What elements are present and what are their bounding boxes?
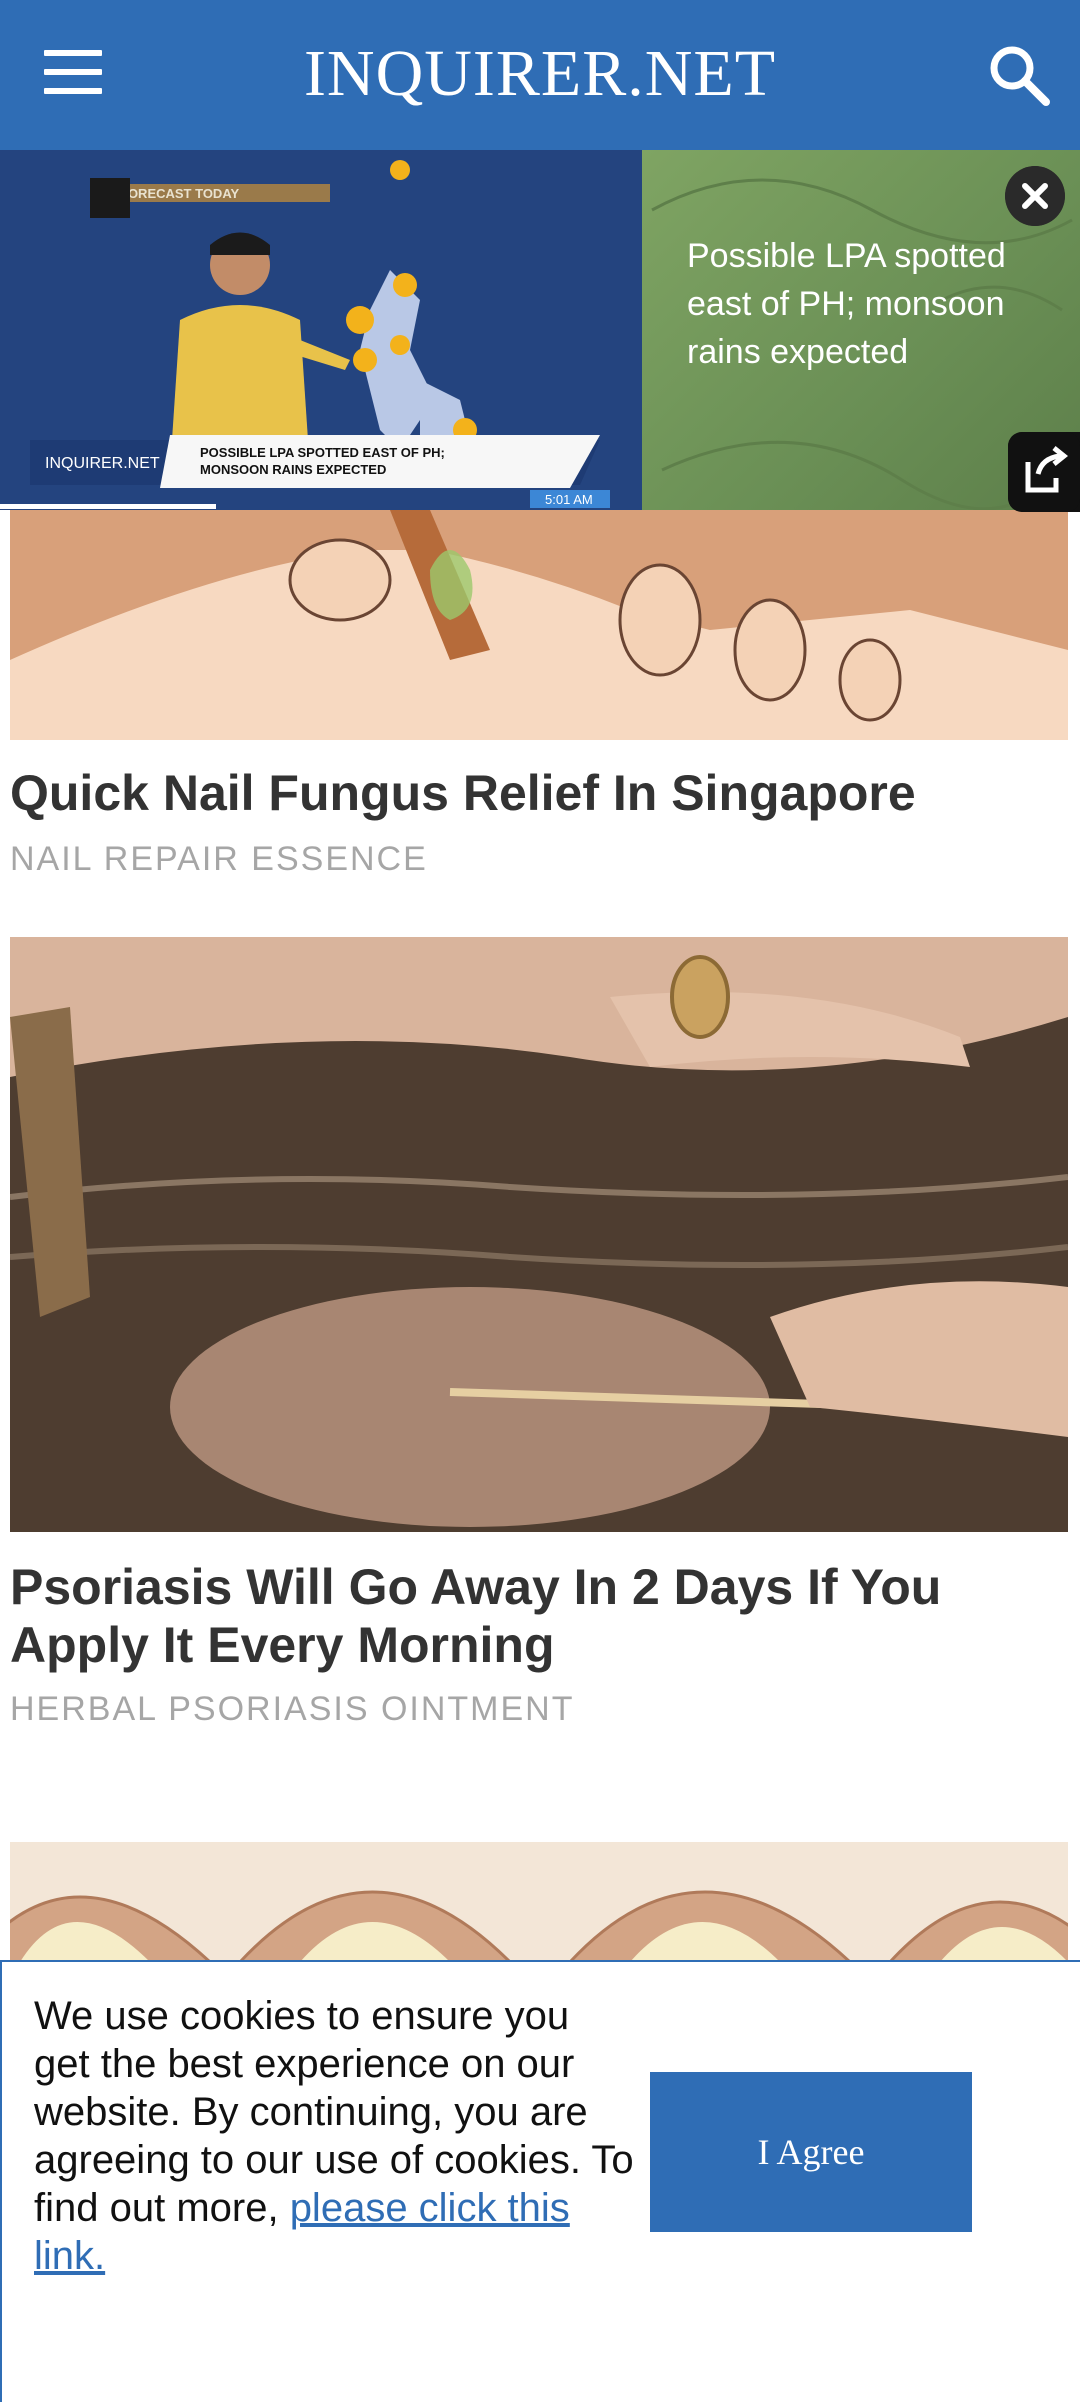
thumb-banner-headline-1: POSSIBLE LPA SPOTTED EAST OF PH; [200, 445, 445, 460]
video-thumbnail[interactable]: FORECAST TODAY INQUIRER.NET POSSIBLE LPA… [0, 150, 642, 510]
cookie-message: We use cookies to ensure you get the bes… [34, 1992, 634, 2280]
article-source: NAIL REPAIR ESSENCE [10, 840, 428, 878]
site-header: INQUIRER.NET [0, 0, 1080, 150]
share-icon[interactable] [1008, 432, 1080, 512]
video-player[interactable]: FORECAST TODAY INQUIRER.NET POSSIBLE LPA… [0, 150, 1080, 510]
site-logo[interactable]: INQUIRER.NET [0, 36, 1080, 112]
thumb-banner-brand: INQUIRER.NET [45, 455, 160, 472]
article-image-nail[interactable] [10, 510, 1068, 740]
cookie-consent-banner: We use cookies to ensure you get the bes… [0, 1960, 1080, 2402]
video-caption[interactable]: Possible LPA spotted east of PH; monsoon… [687, 232, 1037, 376]
article-image-toenails[interactable] [10, 1842, 1068, 1962]
article-headline[interactable]: Psoriasis Will Go Away In 2 Days If You … [10, 1558, 1050, 1674]
thumb-time: 5:01 AM [545, 492, 593, 507]
thumb-segment: FORECAST TODAY [120, 186, 240, 201]
thumb-banner-headline-2: MONSOON RAINS EXPECTED [200, 462, 386, 477]
close-icon[interactable] [1005, 166, 1065, 226]
search-icon[interactable] [984, 40, 1054, 110]
video-progress-bar[interactable] [0, 504, 216, 509]
agree-button[interactable]: I Agree [650, 2072, 972, 2232]
article-source: HERBAL PSORIASIS OINTMENT [10, 1690, 575, 1728]
article-image-scalp[interactable] [10, 937, 1068, 1532]
article-headline[interactable]: Quick Nail Fungus Relief In Singapore [10, 764, 1050, 822]
